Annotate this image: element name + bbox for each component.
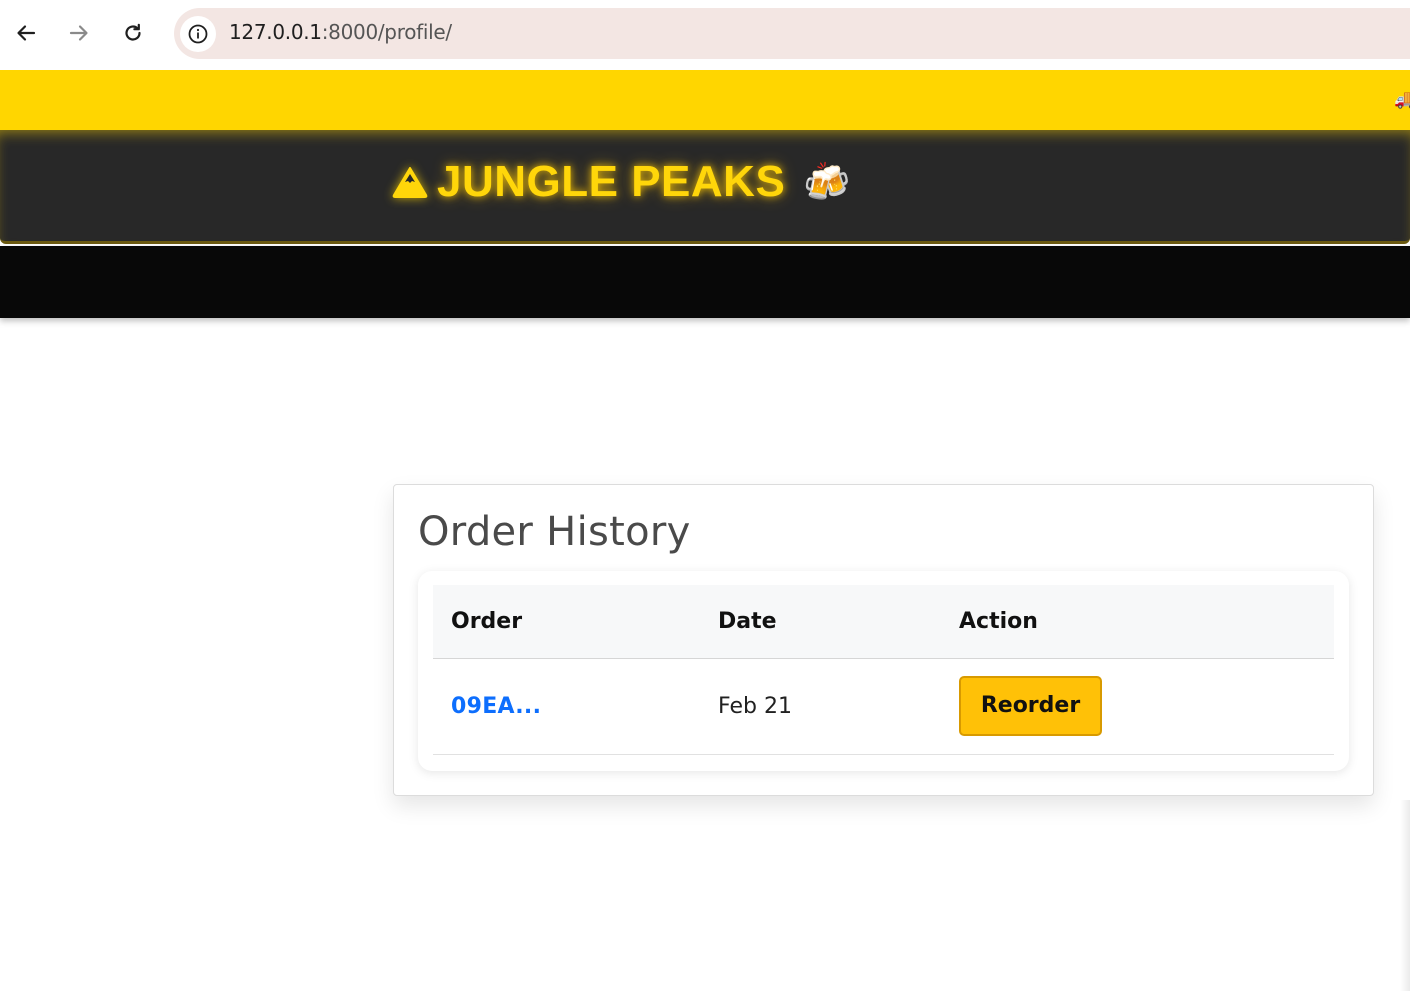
brand-logo-link[interactable]: JUNGLE PEAKS 🍻: [391, 157, 851, 206]
forward-button[interactable]: [63, 17, 95, 49]
action-cell: Reorder: [959, 658, 1334, 755]
mountain-icon: [392, 167, 428, 198]
order-table-container: Order Date Action 09EA... Feb 21 Reorder: [418, 571, 1349, 771]
order-id-link[interactable]: 09EA...: [451, 694, 541, 719]
column-header-action: Action: [959, 585, 1334, 659]
table-row: 09EA... Feb 21 Reorder: [433, 658, 1334, 755]
info-icon: [188, 24, 208, 44]
reload-button[interactable]: [117, 17, 149, 49]
column-header-order: Order: [433, 585, 718, 659]
main-navigation: [0, 246, 1410, 318]
site-info-button[interactable]: [180, 16, 216, 52]
site-header: JUNGLE PEAKS 🍻: [0, 130, 1410, 244]
promo-banner: 🚚: [0, 70, 1410, 130]
url-path: :8000/profile/: [321, 20, 452, 44]
beer-mugs-icon: 🍻: [803, 160, 851, 204]
order-history-title: Order History: [418, 509, 691, 555]
arrow-left-icon: [17, 25, 36, 41]
order-history-table: Order Date Action 09EA... Feb 21 Reorder: [433, 585, 1334, 755]
scroll-edge-shadow: [1400, 800, 1410, 991]
arrow-right-icon: [69, 25, 88, 41]
order-history-card: Order History Order Date Action 09EA... …: [393, 484, 1374, 796]
url-text: 127.0.0.1:8000/profile/: [229, 20, 452, 44]
order-cell: 09EA...: [433, 658, 718, 755]
table-header-row: Order Date Action: [433, 585, 1334, 659]
delivery-truck-icon: 🚚: [1394, 89, 1410, 110]
brand-name: JUNGLE PEAKS: [437, 157, 786, 206]
reload-icon: [125, 23, 141, 41]
url-host: 127.0.0.1: [229, 20, 322, 44]
browser-toolbar: 127.0.0.1:8000/profile/: [0, 0, 1410, 69]
address-bar[interactable]: 127.0.0.1:8000/profile/: [174, 8, 1410, 59]
order-date: Feb 21: [718, 658, 959, 755]
back-button[interactable]: [10, 17, 42, 49]
reorder-button[interactable]: Reorder: [959, 676, 1102, 736]
column-header-date: Date: [718, 585, 959, 659]
